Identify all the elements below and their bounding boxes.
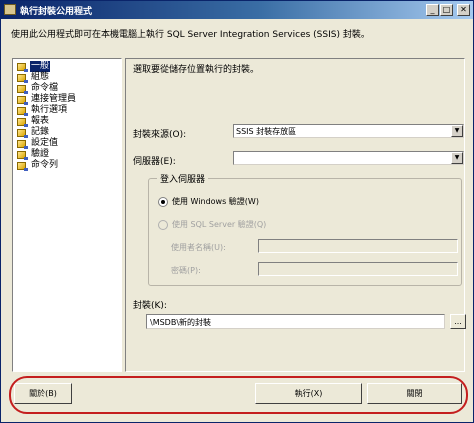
sidebar-item-label: 設定值 [31, 138, 59, 148]
page-icon [17, 95, 28, 105]
page-icon [17, 84, 28, 94]
sidebar-item-label: 組態 [31, 72, 50, 82]
title-bar[interactable]: 執行封裝公用程式 _ □ ✕ [1, 1, 473, 19]
radio-empty-icon [158, 219, 168, 230]
execute-package-utility-window: 執行封裝公用程式 _ □ ✕ 使用此公用程式即可在本機電腦上執行 SQL Ser… [0, 0, 474, 423]
highlight-annotation [9, 376, 468, 414]
page-icon [17, 139, 28, 149]
username-label: 使用者名稱(U): [171, 243, 226, 252]
page-icon [17, 128, 28, 138]
sidebar-tree: 一般 組態 命令檔 連接管理員 執行選項 報表 記錄 設定值 驗證 命令列 [12, 58, 122, 372]
sidebar-item-general[interactable]: 一般 [17, 61, 51, 72]
sidebar-item-label: 命令檔 [31, 83, 59, 93]
sidebar-item-logging[interactable]: 記錄 [17, 127, 50, 138]
sidebar-item-verification[interactable]: 驗證 [17, 149, 50, 160]
sidebar-item-set-values[interactable]: 設定值 [17, 138, 59, 149]
chevron-down-icon[interactable]: ▼ [451, 125, 463, 137]
sidebar-item-label: 執行選項 [31, 105, 68, 115]
server-select[interactable]: ▼ [233, 151, 464, 165]
maximize-button[interactable]: □ [440, 4, 453, 16]
username-field [258, 239, 458, 253]
login-group-title: 登入伺服器 [157, 172, 209, 185]
server-label: 伺服器(E): [133, 157, 176, 167]
windows-auth-label: 使用 Windows 驗證(W) [172, 197, 259, 206]
radio-selected-icon [158, 196, 168, 207]
windows-auth-radio[interactable]: 使用 Windows 驗證(W) [158, 196, 259, 207]
app-icon [4, 4, 16, 15]
close-window-button[interactable]: ✕ [457, 4, 470, 16]
minimize-button[interactable]: _ [426, 4, 439, 16]
password-field [258, 262, 458, 276]
sidebar-item-configurations[interactable]: 組態 [17, 72, 50, 83]
page-icon [17, 106, 28, 116]
page-icon [17, 73, 28, 83]
sidebar-item-command-line[interactable]: 命令列 [17, 160, 59, 171]
page-icon [17, 161, 28, 171]
chevron-down-icon[interactable]: ▼ [451, 152, 463, 164]
browse-package-button[interactable]: ... [450, 314, 466, 329]
sidebar-item-label: 命令列 [31, 160, 59, 170]
utility-description: 使用此公用程式即可在本機電腦上執行 SQL Server Integration… [11, 30, 370, 40]
package-source-label: 封裝來源(O): [133, 130, 187, 140]
page-icon [17, 117, 28, 127]
page-icon [17, 62, 28, 72]
sidebar-item-label: 連接管理員 [31, 94, 77, 104]
package-path-field[interactable]: \MSDB\新的封裝 [146, 314, 445, 329]
sql-auth-label: 使用 SQL Server 驗證(Q) [172, 220, 267, 229]
sidebar-item-label: 一般 [30, 61, 51, 72]
package-path-value: \MSDB\新的封裝 [150, 318, 212, 327]
sidebar-item-label: 驗證 [31, 149, 50, 159]
sidebar-item-command-files[interactable]: 命令檔 [17, 83, 59, 94]
sidebar-item-reporting[interactable]: 報表 [17, 116, 50, 127]
sidebar-item-connection-managers[interactable]: 連接管理員 [17, 94, 77, 105]
sql-auth-radio: 使用 SQL Server 驗證(Q) [158, 219, 266, 230]
panel-prompt: 選取要從儲存位置執行的封裝。 [133, 65, 260, 75]
window-title: 執行封裝公用程式 [20, 7, 93, 17]
page-icon [17, 150, 28, 160]
sidebar-item-label: 記錄 [31, 127, 50, 137]
package-source-value: SSIS 封裝存放區 [236, 127, 297, 136]
package-source-select[interactable]: SSIS 封裝存放區 ▼ [233, 124, 464, 138]
password-label: 密碼(P): [171, 266, 201, 275]
sidebar-item-label: 報表 [31, 116, 50, 126]
sidebar-item-execution-options[interactable]: 執行選項 [17, 105, 68, 116]
package-label: 封裝(K): [133, 301, 167, 311]
